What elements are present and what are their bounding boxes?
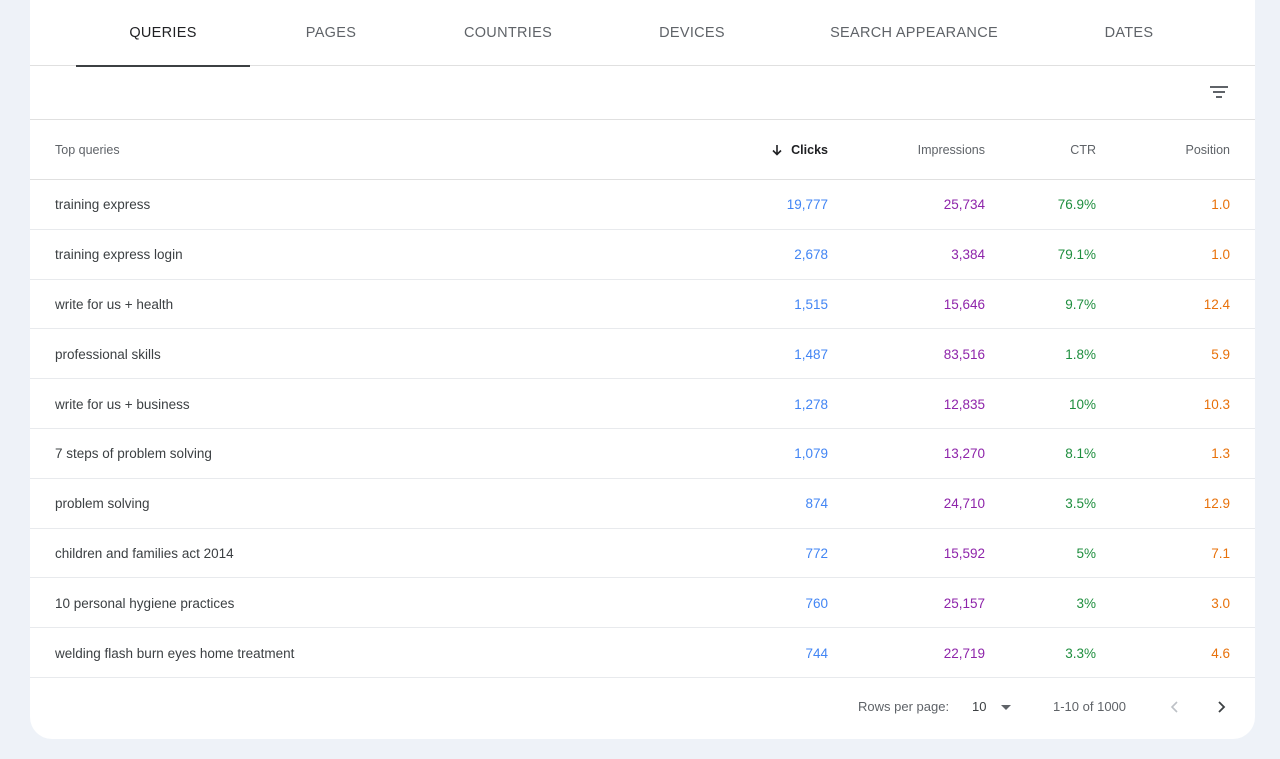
position-cell: 1.0 [1211,247,1230,263]
header-ctr[interactable]: CTR [1070,120,1096,180]
clicks-cell: 2,678 [794,247,828,263]
ctr-cell: 8.1% [1065,446,1096,462]
table-row[interactable]: 10 personal hygiene practices 760 25,157 3%… [30,578,1255,629]
impressions-cell: 83,516 [943,346,985,362]
query-cell: 7 steps of problem solving [55,446,212,462]
header-impressions[interactable]: Impressions [918,120,985,180]
table-row[interactable]: professional skills 1,487 83,516 1.8% 5.9 [30,329,1255,380]
clicks-cell: 744 [805,645,828,661]
query-cell: 10 personal hygiene practices [55,595,235,611]
rows-per-page-value: 10 [972,699,987,715]
ctr-cell: 10% [1068,396,1096,412]
tab-queries[interactable]: QUERIES [76,0,250,67]
ctr-cell: 1.8% [1065,346,1096,362]
clicks-cell: 1,278 [794,396,828,412]
query-cell: training express [55,197,151,213]
query-cell: write for us + business [55,396,190,412]
position-cell: 10.3 [1203,396,1230,412]
impressions-cell: 15,592 [943,545,985,561]
position-cell: 3.0 [1211,595,1230,611]
clicks-cell: 19,777 [786,197,828,213]
tab-pages[interactable]: PAGES [280,0,382,66]
previous-page-button[interactable] [1165,678,1185,736]
performance-card: QUERIES PAGES COUNTRIES DEVICES SEARCH A… [30,0,1255,739]
clicks-cell: 1,487 [794,346,828,362]
header-clicks-label: Clicks [791,143,828,157]
query-cell: training express login [55,247,183,263]
clicks-cell: 1,515 [794,296,828,312]
next-page-button[interactable] [1211,678,1231,736]
table-header: Top queries Clicks Impressions CTR Posit… [30,120,1255,180]
chevron-left-icon [1170,701,1178,713]
table-row[interactable]: write for us + business 1,278 12,835 10% 10.… [30,379,1255,429]
header-clicks[interactable]: Clicks [771,120,828,180]
clicks-cell: 772 [805,545,828,561]
table-row[interactable]: write for us + health 1,515 15,646 9.7% 12.4 [30,280,1255,330]
ctr-cell: 5% [1076,545,1096,561]
table-row[interactable]: training express 19,777 25,734 76.9% 1.0 [30,180,1255,230]
tab-bar: QUERIES PAGES COUNTRIES DEVICES SEARCH A… [30,0,1255,67]
impressions-cell: 22,719 [943,645,985,661]
header-position[interactable]: Position [1186,120,1230,180]
clicks-cell: 1,079 [794,446,828,462]
position-cell: 5.9 [1211,346,1230,362]
impressions-cell: 15,646 [943,296,985,312]
arrow-down-icon [772,145,782,156]
clicks-cell: 874 [805,496,828,512]
header-top-queries[interactable]: Top queries [55,120,120,180]
table-row[interactable]: 7 steps of problem solving 1,079 13,270 8.1… [30,429,1255,479]
position-cell: 7.1 [1211,545,1230,561]
impressions-cell: 25,734 [943,197,985,213]
ctr-cell: 9.7% [1065,296,1096,312]
position-cell: 1.0 [1211,197,1230,213]
clicks-cell: 760 [805,595,828,611]
ctr-cell: 3.5% [1065,496,1096,512]
chevron-right-icon [1218,701,1226,713]
query-cell: welding flash burn eyes home treatment [55,645,295,661]
filter-bar [30,66,1255,120]
ctr-cell: 79.1% [1057,247,1096,263]
query-cell: problem solving [55,496,150,512]
ctr-cell: 3% [1076,595,1096,611]
position-cell: 1.3 [1211,446,1230,462]
impressions-cell: 25,157 [943,595,985,611]
impressions-cell: 12,835 [943,396,985,412]
tab-devices[interactable]: DEVICES [632,0,752,66]
table-body: training express 19,777 25,734 76.9% 1.0 trai… [30,180,1255,678]
table-row[interactable]: training express login 2,678 3,384 79.1% 1.0 [30,230,1255,280]
impressions-cell: 3,384 [951,247,985,263]
page-range: 1-10 of 1000 [1053,699,1127,715]
impressions-cell: 13,270 [943,446,985,462]
ctr-cell: 76.9% [1057,197,1096,213]
pagination-bar: Rows per page: 10 1-10 of 1000 [30,678,1255,736]
tab-dates[interactable]: DATES [1080,0,1178,66]
tab-countries[interactable]: COUNTRIES [442,0,574,66]
rows-per-page-select[interactable]: 10 [972,678,1012,736]
tab-search-appearance[interactable]: SEARCH APPEARANCE [810,0,1018,66]
table-row[interactable]: problem solving 874 24,710 3.5% 12.9 [30,479,1255,529]
table-row[interactable]: children and families act 2014 772 15,592 5… [30,529,1255,579]
query-cell: write for us + health [55,296,174,312]
position-cell: 12.4 [1203,296,1230,312]
position-cell: 12.9 [1203,496,1230,512]
impressions-cell: 24,710 [943,496,985,512]
position-cell: 4.6 [1211,645,1230,661]
query-cell: professional skills [55,346,161,362]
ctr-cell: 3.3% [1065,645,1096,661]
table-row[interactable]: welding flash burn eyes home treatment 74… [30,628,1255,678]
query-cell: children and families act 2014 [55,545,234,561]
rows-per-page-label: Rows per page: [858,699,950,715]
dropdown-arrow-icon [1001,704,1012,710]
filter-icon[interactable] [1209,82,1229,102]
